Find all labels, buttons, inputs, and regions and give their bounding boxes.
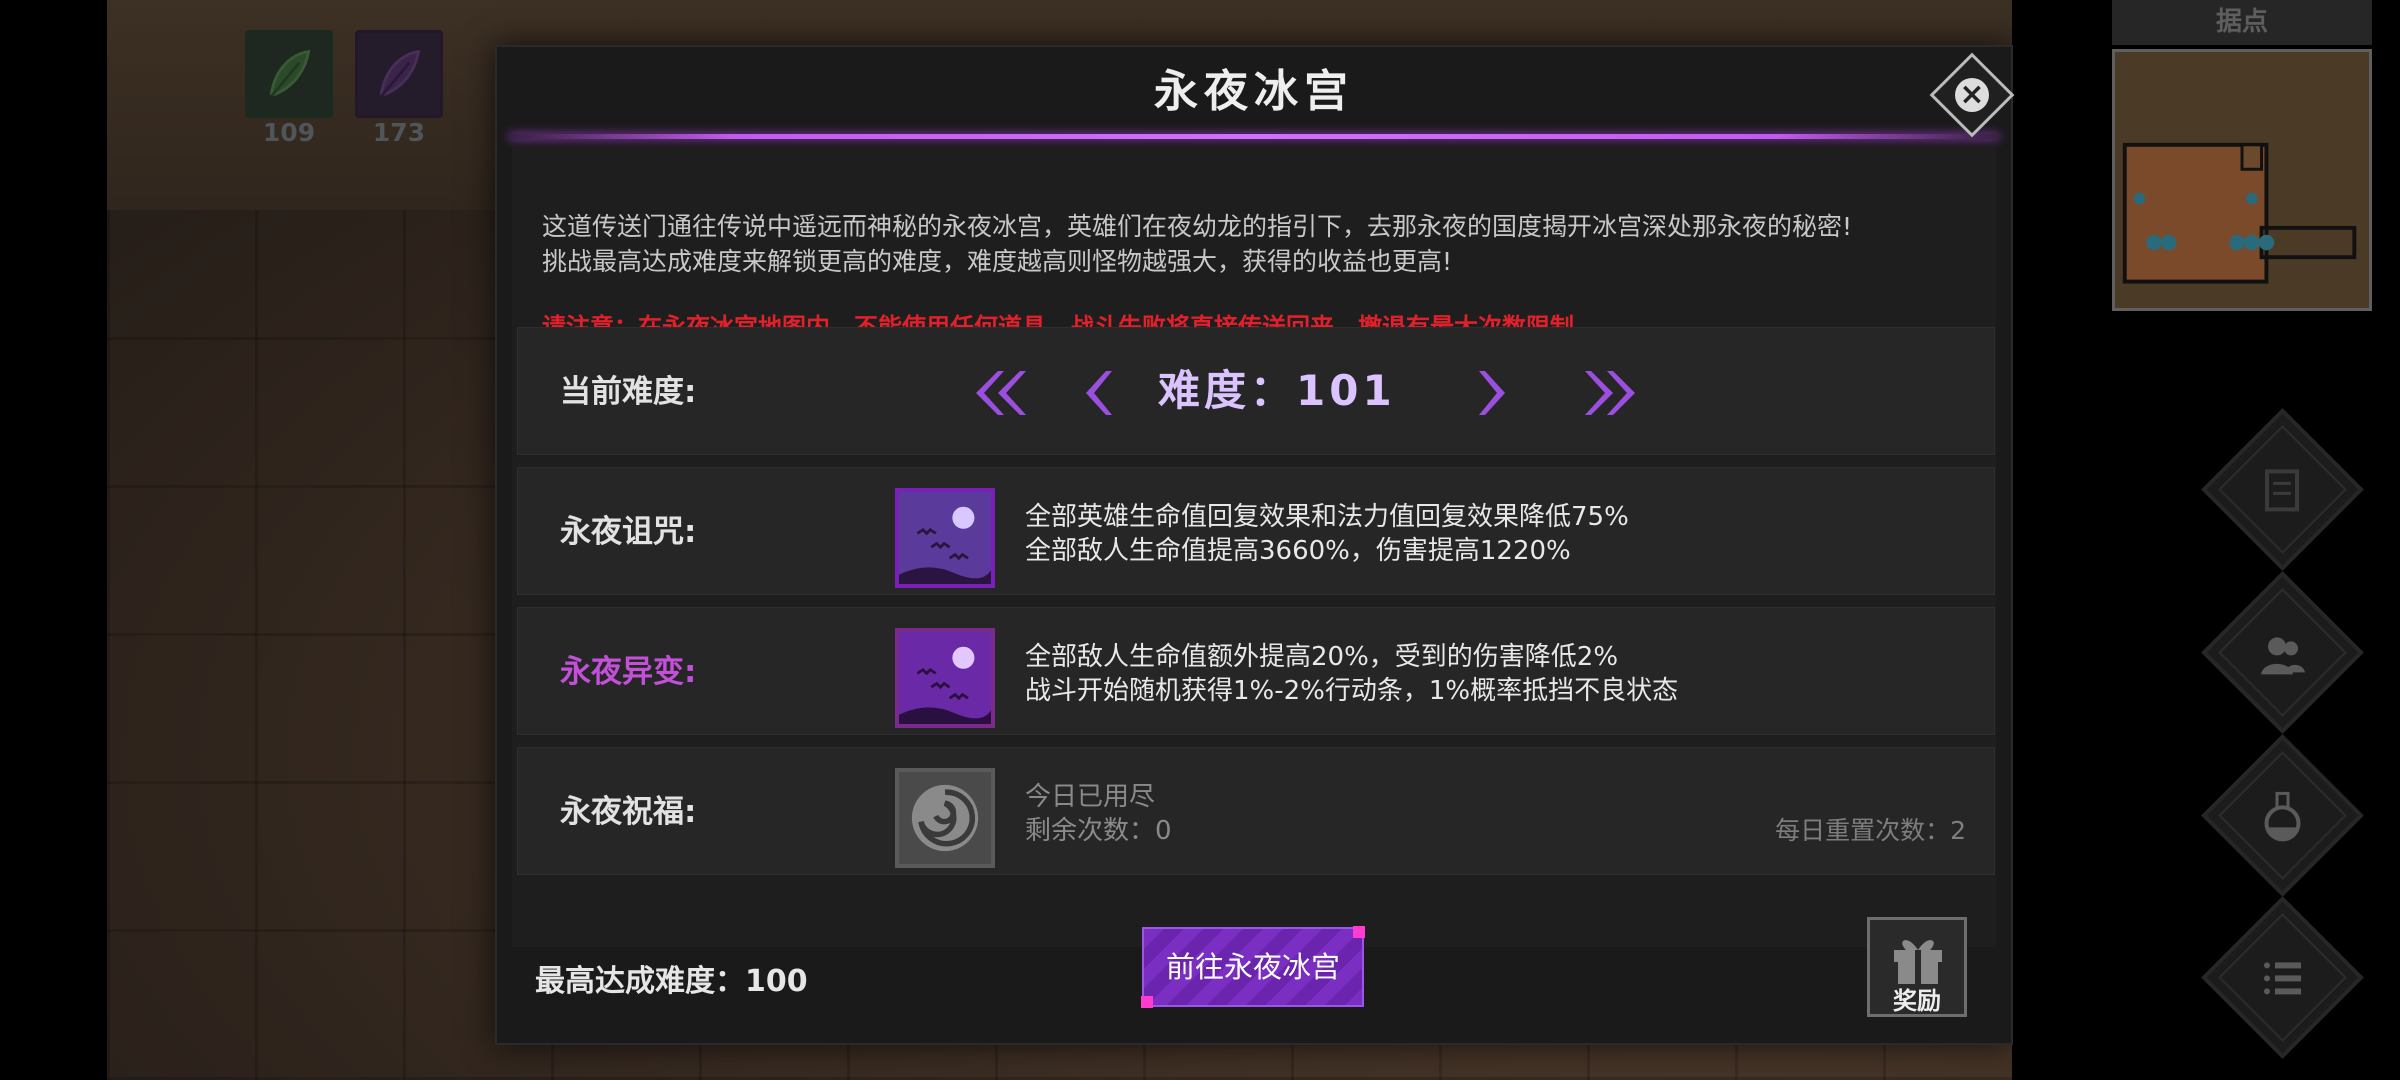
difficulty-last-button[interactable] <box>1583 363 1643 423</box>
title-divider <box>509 134 1999 139</box>
daily-reset-count: 每日重置次数：2 <box>1775 816 1966 845</box>
blessing-label: 永夜祝福: <box>560 794 697 830</box>
difficulty-row: 当前难度: 难度：101 <box>517 327 1995 455</box>
difficulty-next-button[interactable] <box>1473 363 1513 423</box>
reward-button[interactable]: 奖励 <box>1867 917 1967 1017</box>
minimap-title: 据点 <box>2112 0 2372 45</box>
reward-label: 奖励 <box>1893 987 1941 1015</box>
difficulty-label: 当前难度: <box>560 374 697 410</box>
mutation-row: 永夜异变: 全部敌人生命值额外提高20%，受到的伤害降低2% 战斗开始随机获得1… <box>517 607 1995 735</box>
mutation-effect-line-1: 全部敌人生命值额外提高20%，受到的伤害降低2% <box>1025 642 1619 672</box>
eternal-night-palace-dialog: 永夜冰宫 × 这道传送门通往传说中遥远而神秘的永夜冰宫，英雄们在夜幼龙的指引下，… <box>495 45 2015 1045</box>
blessing-remaining: 剩余次数：0 <box>1025 816 1172 846</box>
dialog-title: 永夜冰宫 <box>1154 66 1354 117</box>
scroll-icon[interactable] <box>2201 408 2364 571</box>
highest-difficulty: 最高达成难度：100 <box>535 964 808 999</box>
potion-icon[interactable] <box>2201 734 2364 897</box>
purple-leaf-icon[interactable] <box>355 30 443 118</box>
difficulty-value: 难度：101 <box>1158 366 1396 415</box>
curse-row: 永夜诅咒: 全部英雄生命值回复效果和法力值回复效果降低75% 全部敌人生命值提高… <box>517 467 1995 595</box>
curse-effect-line-2: 全部敌人生命值提高3660%，伤害提高1220% <box>1025 536 1571 566</box>
mutation-label: 永夜异变: <box>560 654 697 690</box>
minimap[interactable] <box>2112 49 2372 311</box>
green-resource-count: 109 <box>262 118 316 147</box>
difficulty-prev-button[interactable] <box>1078 363 1118 423</box>
mutation-effect-line-2: 战斗开始随机获得1%-2%行动条，1%概率抵挡不良状态 <box>1025 676 1679 706</box>
blessing-row: 永夜祝福: 今日已用尽 剩余次数：0 每日重置次数：2 <box>517 747 1995 875</box>
swirl-icon <box>895 768 995 868</box>
description-line-1: 这道传送门通往传说中遥远而神秘的永夜冰宫，英雄们在夜幼龙的指引下，去那永夜的国度… <box>542 212 1853 241</box>
difficulty-first-button[interactable] <box>968 363 1028 423</box>
night-bats-icon <box>895 488 995 588</box>
close-icon: × <box>1955 77 1989 112</box>
go-to-palace-button[interactable]: 前往永夜冰宫 <box>1141 926 1365 1008</box>
curse-label: 永夜诅咒: <box>560 514 697 550</box>
go-button-label: 前往永夜冰宫 <box>1165 950 1340 984</box>
purple-resource-count: 173 <box>372 118 426 147</box>
description-line-2: 挑战最高达成难度来解锁更高的难度，难度越高则怪物越强大，获得的收益也更高! <box>542 247 1453 276</box>
blessing-status: 今日已用尽 <box>1025 782 1156 812</box>
green-leaf-icon[interactable] <box>245 30 333 118</box>
list-menu-icon[interactable] <box>2201 896 2364 1059</box>
gift-icon <box>1894 940 1942 984</box>
curse-effect-line-1: 全部英雄生命值回复效果和法力值回复效果降低75% <box>1025 502 1629 532</box>
party-icon[interactable] <box>2201 571 2364 734</box>
night-bats-icon <box>895 628 995 728</box>
